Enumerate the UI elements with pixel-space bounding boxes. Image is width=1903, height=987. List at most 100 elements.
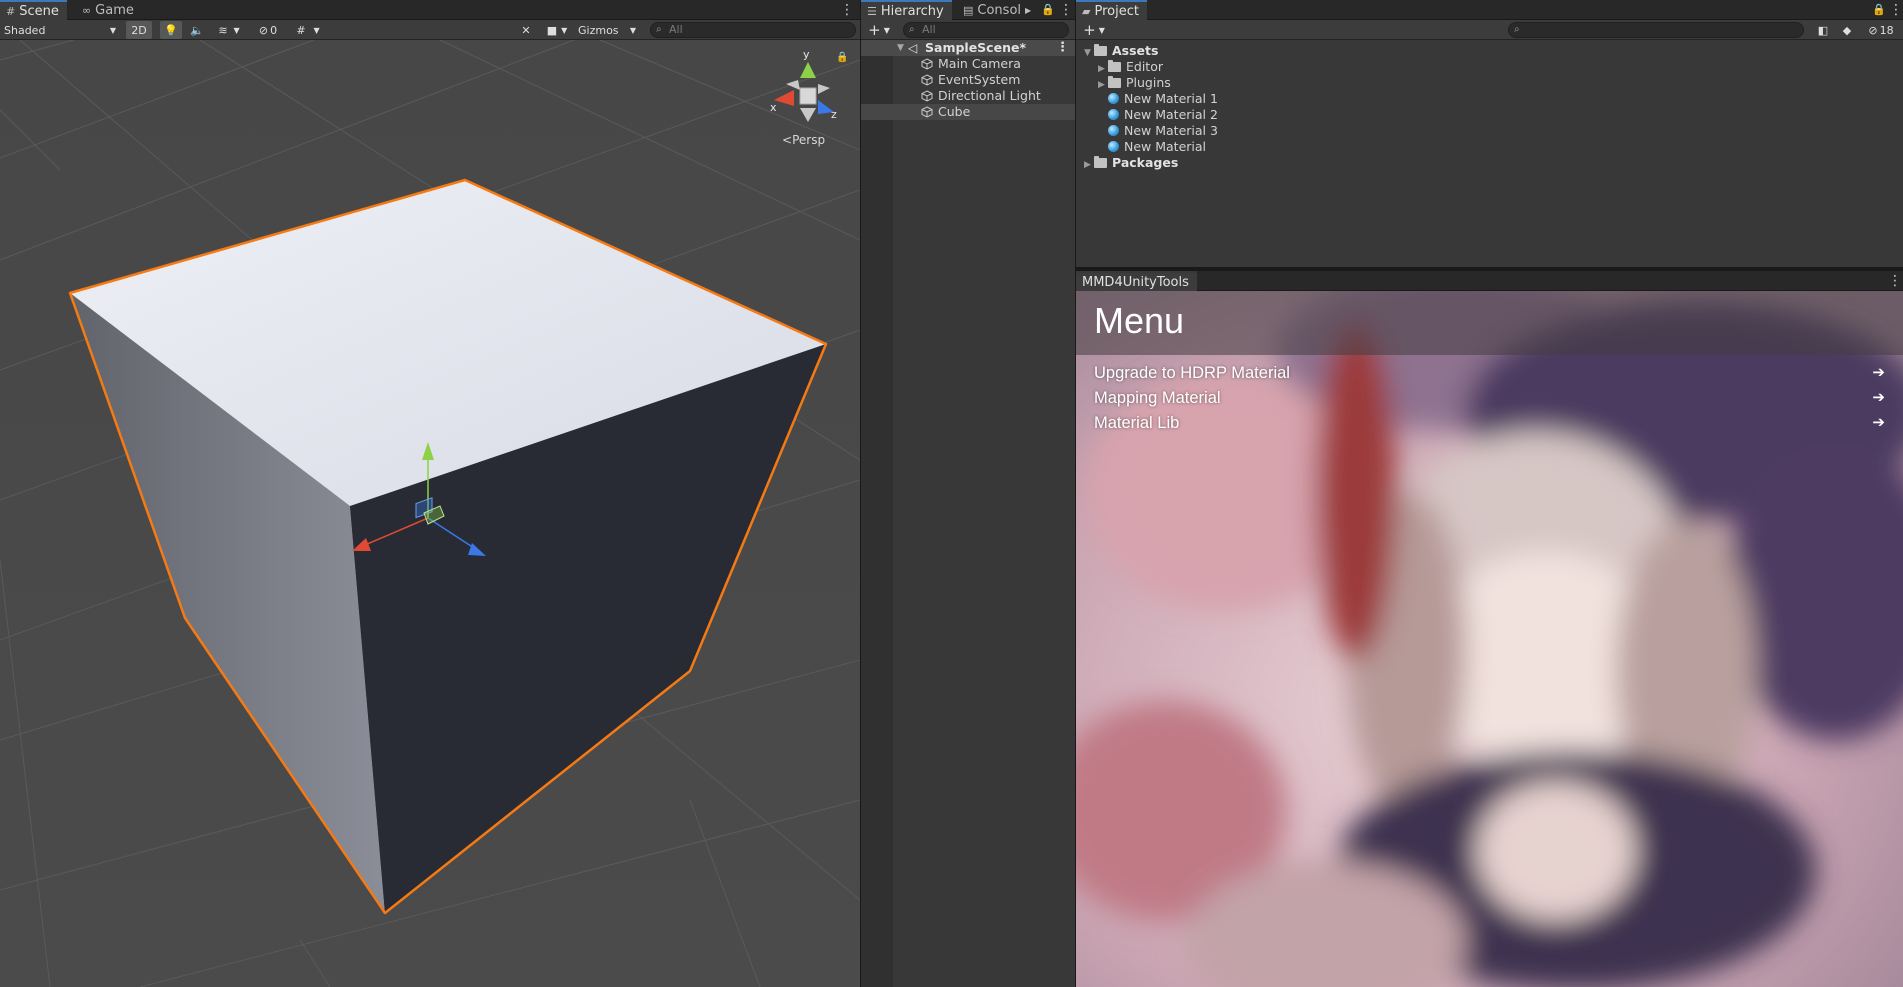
scene-canvas[interactable]: y x z 🔒 <Persp — [0, 40, 860, 987]
hierarchy-item-label: Cube — [938, 104, 971, 119]
folder-label: Plugins — [1126, 75, 1171, 90]
mmd-menu-body: Menu Upgrade to HDRP Material ➔ Mapping … — [1076, 291, 1903, 987]
scene-tabbar: # Scene ∞ Game ⋮ — [0, 0, 860, 20]
expand-arrow-icon[interactable]: ▼ — [897, 40, 904, 56]
project-asset[interactable]: New Material 3 — [1108, 123, 1218, 139]
orientation-y-label: y — [803, 48, 810, 61]
project-folder[interactable]: ▶ Plugins — [1098, 75, 1171, 91]
scene-more-icon[interactable]: ⋮ — [1056, 40, 1069, 56]
hierarchy-item[interactable]: Main Camera — [861, 56, 1075, 72]
scene-row[interactable]: ▼ ◁ SampleScene* ⋮ — [861, 40, 1075, 56]
camera-icon: ■ — [546, 23, 558, 37]
folder-label: Packages — [1112, 155, 1179, 170]
project-asset[interactable]: New Material 2 — [1108, 107, 1218, 123]
chevron-down-icon: ▼ — [109, 25, 116, 35]
crossed-tools-icon: ✕ — [521, 23, 531, 37]
material-icon — [1108, 125, 1119, 136]
tab-project[interactable]: ▰ Project — [1076, 0, 1147, 20]
toggle-2d-button[interactable]: 2D — [126, 21, 152, 39]
scene-more-icon[interactable]: ⋮ — [840, 1, 854, 19]
create-dropdown[interactable]: + ▼ — [1080, 21, 1108, 39]
hidden-count: 0 — [270, 23, 278, 37]
folder-label: Assets — [1112, 43, 1159, 58]
orientation-center-cube[interactable] — [799, 87, 817, 105]
hierarchy-search-input[interactable]: ⌕ All — [903, 22, 1069, 38]
chevron-right-icon: ▶ — [1025, 5, 1032, 15]
console-icon: ▤ — [963, 3, 974, 17]
hierarchy-toolbar: + ▼ ⌕ All — [861, 20, 1075, 40]
draw-mode-label: Shaded — [4, 23, 46, 37]
tab-hierarchy-label: Hierarchy — [880, 3, 944, 19]
camera-dropdown[interactable]: ■ ▼ — [542, 21, 572, 39]
hierarchy-tree: ▼ ◁ SampleScene* ⋮ Main Camera EventSyst… — [861, 40, 1075, 987]
layers-icon: ≋ — [218, 23, 228, 37]
effects-dropdown[interactable]: ≋ ▼ — [212, 21, 246, 39]
project-asset[interactable]: New Material 1 — [1108, 91, 1218, 107]
hidden-objects-toggle[interactable]: ⊘ 0 — [252, 21, 284, 39]
draw-mode-dropdown[interactable]: Shaded ▼ — [0, 21, 120, 39]
project-asset[interactable]: New Material — [1108, 139, 1206, 155]
lock-icon[interactable]: 🔒 — [1872, 1, 1886, 19]
folder-icon — [1094, 44, 1107, 56]
hierarchy-item[interactable]: EventSystem — [861, 72, 1075, 88]
project-more-icon[interactable]: ⋮ — [1889, 1, 1903, 19]
filter-type-icon: ◧ — [1817, 23, 1829, 37]
collapse-arrow-icon[interactable]: ▶ — [1098, 77, 1108, 93]
gameobject-cube-icon — [921, 106, 933, 118]
tab-mmd4unitytools[interactable]: MMD4UnityTools — [1076, 271, 1197, 291]
hierarchy-panel: ☰ Hierarchy ▤ Consol ▶ 🔒 ⋮ + ▼ ⌕ All ▼ ◁ … — [861, 0, 1075, 987]
menu-item-label: Mapping Material — [1094, 389, 1221, 407]
expand-arrow-icon[interactable]: ▼ — [1084, 45, 1094, 61]
scene-search-input[interactable]: ⌕ All — [650, 22, 856, 38]
material-icon — [1108, 93, 1119, 104]
hidden-packages-toggle[interactable]: ⊘ 18 — [1862, 21, 1900, 39]
scene-panel: # Scene ∞ Game ⋮ Shaded ▼ 2D 💡 🔈 ≋ ▼ ⊘ 0 … — [0, 0, 860, 987]
create-dropdown[interactable]: + ▼ — [865, 21, 893, 39]
lighting-toggle-button[interactable]: 💡 — [160, 21, 182, 39]
project-folder-assets[interactable]: ▼ Assets — [1084, 43, 1158, 59]
gameobject-cube-icon — [921, 58, 933, 70]
project-search-input[interactable]: ⌕ — [1508, 22, 1804, 38]
menu-title: Menu — [1094, 300, 1185, 341]
folder-label: Editor — [1126, 59, 1163, 74]
mmd-more-icon[interactable]: ⋮ — [1888, 272, 1902, 290]
hierarchy-item[interactable]: Directional Light — [861, 88, 1075, 104]
tab-console[interactable]: ▤ Consol ▶ — [957, 0, 1039, 20]
eye-slash-icon: ⊘ — [258, 23, 269, 37]
lightbulb-icon: 💡 — [164, 23, 178, 37]
grid-icon: # — [6, 4, 16, 18]
scene-viewport[interactable]: y x z 🔒 <Persp — [0, 40, 860, 987]
lock-icon[interactable]: 🔒 — [1041, 1, 1055, 19]
material-icon — [1108, 141, 1119, 152]
folder-icon — [1108, 76, 1121, 88]
chevron-down-icon: ▼ — [883, 25, 890, 35]
menu-item-material-lib[interactable]: Material Lib ➔ — [1076, 409, 1903, 439]
tab-scene[interactable]: # Scene — [0, 0, 67, 20]
search-icon: ⌕ — [1514, 24, 1520, 35]
tab-mmd-label: MMD4UnityTools — [1082, 274, 1189, 290]
hierarchy-item-label: Directional Light — [938, 88, 1041, 103]
hierarchy-more-icon[interactable]: ⋮ — [1059, 1, 1073, 19]
hierarchy-item-selected[interactable]: Cube — [861, 104, 1075, 120]
audio-toggle-button[interactable]: 🔈 — [186, 21, 208, 39]
search-by-type-button[interactable]: ◧ — [1814, 21, 1832, 39]
tab-hierarchy[interactable]: ☰ Hierarchy — [861, 0, 952, 20]
projection-toggle[interactable]: <Persp — [782, 133, 825, 147]
grid-dropdown[interactable]: # ▼ — [288, 21, 328, 39]
tab-game[interactable]: ∞ Game — [76, 0, 142, 20]
project-folder[interactable]: ▶ Editor — [1098, 59, 1163, 75]
project-folder-packages[interactable]: ▶ Packages — [1084, 155, 1178, 171]
tools-button[interactable]: ✕ — [516, 21, 536, 39]
asset-label: New Material 3 — [1124, 123, 1218, 138]
menu-item-label: Material Lib — [1094, 414, 1180, 432]
chevron-down-icon: ▼ — [561, 25, 568, 35]
orientation-z-label: z — [831, 108, 837, 121]
search-by-label-button[interactable]: ◆ — [1838, 21, 1856, 39]
folder-icon — [1094, 156, 1107, 168]
hierarchy-item-label: Main Camera — [938, 56, 1021, 71]
lock-view-icon[interactable]: 🔒 — [836, 51, 848, 63]
gameobject-cube-icon — [921, 74, 933, 86]
collapse-arrow-icon[interactable]: ▶ — [1084, 157, 1094, 173]
gizmos-dropdown[interactable]: Gizmos ▼ — [574, 21, 640, 39]
chevron-down-icon: ▼ — [1098, 25, 1105, 35]
